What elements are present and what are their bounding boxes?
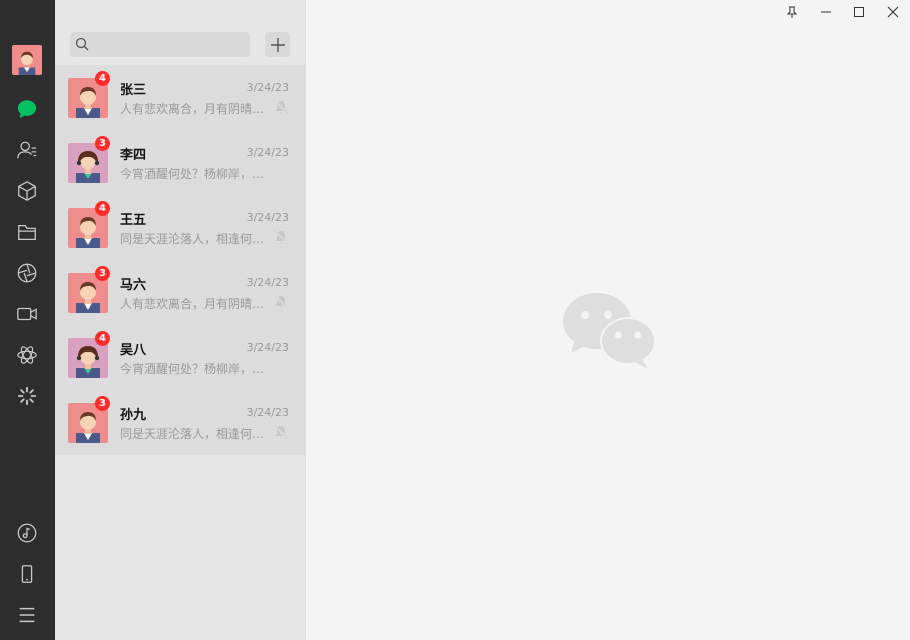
search-icon [75, 37, 89, 51]
contact-name: 王五 [120, 213, 147, 228]
moments-icon[interactable] [14, 260, 40, 286]
contact-name: 马六 [120, 278, 147, 293]
contact-name: 吴八 [120, 343, 147, 358]
chat-item[interactable]: 3 李四 3/24/23 今宵酒醒何处？杨柳岸，… [55, 130, 305, 195]
add-chat-button[interactable] [265, 32, 290, 57]
message-preview: 同是天涯沦落人，相逢何… [120, 427, 265, 441]
message-preview: 人有悲欢离合，月有阴晴… [120, 102, 265, 116]
chat-icon[interactable] [14, 96, 40, 122]
unread-badge: 3 [95, 136, 110, 151]
message-date: 3/24/23 [246, 341, 289, 354]
close-icon [887, 6, 899, 18]
files-icon[interactable] [14, 219, 40, 245]
message-date: 3/24/23 [246, 81, 289, 94]
chat-item[interactable]: 4 王五 3/24/23 同是天涯沦落人，相逢何… [55, 195, 305, 260]
unread-badge: 4 [95, 201, 110, 216]
chat-item[interactable]: 4 张三 3/24/23 人有悲欢离合，月有阴晴… [55, 65, 305, 130]
menu-icon[interactable] [14, 602, 40, 628]
contact-name: 孙九 [120, 408, 147, 423]
maximize-button[interactable] [849, 4, 869, 20]
chat-item[interactable]: 3 马六 3/24/23 人有悲欢离合，月有阴晴… [55, 260, 305, 325]
music-icon[interactable] [14, 520, 40, 546]
unread-badge: 4 [95, 331, 110, 346]
message-date: 3/24/23 [246, 276, 289, 289]
contact-name: 李四 [120, 148, 147, 163]
message-date: 3/24/23 [246, 211, 289, 224]
chat-list: 4 张三 3/24/23 人有悲欢离合，月有阴晴… 3 李四 3/24/23 今… [55, 65, 305, 455]
contact-name: 张三 [120, 83, 147, 98]
wechat-logo-icon [563, 293, 657, 369]
message-preview: 人有悲欢离合，月有阴晴… [120, 297, 265, 311]
minimize-button[interactable] [816, 4, 836, 20]
chat-main-area [305, 0, 910, 640]
pin-button[interactable] [782, 4, 802, 20]
mute-bell-icon [273, 424, 289, 440]
unread-badge: 4 [95, 71, 110, 86]
maximize-icon [854, 7, 864, 17]
mute-bell-icon [273, 294, 289, 310]
message-preview: 今宵酒醒何处？杨柳岸，… [120, 167, 265, 181]
pin-icon [786, 6, 798, 18]
plus-icon [270, 37, 285, 52]
mini-program-icon[interactable] [14, 383, 40, 409]
mute-bell-icon [273, 99, 289, 115]
discover-icon[interactable] [14, 342, 40, 368]
message-preview: 今宵酒醒何处？杨柳岸，… [120, 362, 265, 376]
unread-badge: 3 [95, 396, 110, 411]
message-date: 3/24/23 [246, 406, 289, 419]
sidebar [0, 0, 55, 640]
favorites-icon[interactable] [14, 178, 40, 204]
message-date: 3/24/23 [246, 146, 289, 159]
minimize-icon [821, 11, 831, 13]
chat-list-pane: 4 张三 3/24/23 人有悲欢离合，月有阴晴… 3 李四 3/24/23 今… [55, 0, 305, 640]
close-button[interactable] [883, 4, 903, 20]
chat-item[interactable]: 4 吴八 3/24/23 今宵酒醒何处？杨柳岸，… [55, 325, 305, 390]
message-preview: 同是天涯沦落人，相逢何… [120, 232, 265, 246]
chat-item[interactable]: 3 孙九 3/24/23 同是天涯沦落人，相逢何… [55, 390, 305, 455]
user-avatar[interactable] [12, 45, 42, 75]
search-input[interactable] [94, 32, 248, 59]
unread-badge: 3 [95, 266, 110, 281]
video-channel-icon[interactable] [14, 301, 40, 327]
mute-bell-icon [273, 229, 289, 245]
contacts-icon[interactable] [14, 137, 40, 163]
search-box[interactable] [70, 32, 250, 59]
phone-icon[interactable] [14, 561, 40, 587]
